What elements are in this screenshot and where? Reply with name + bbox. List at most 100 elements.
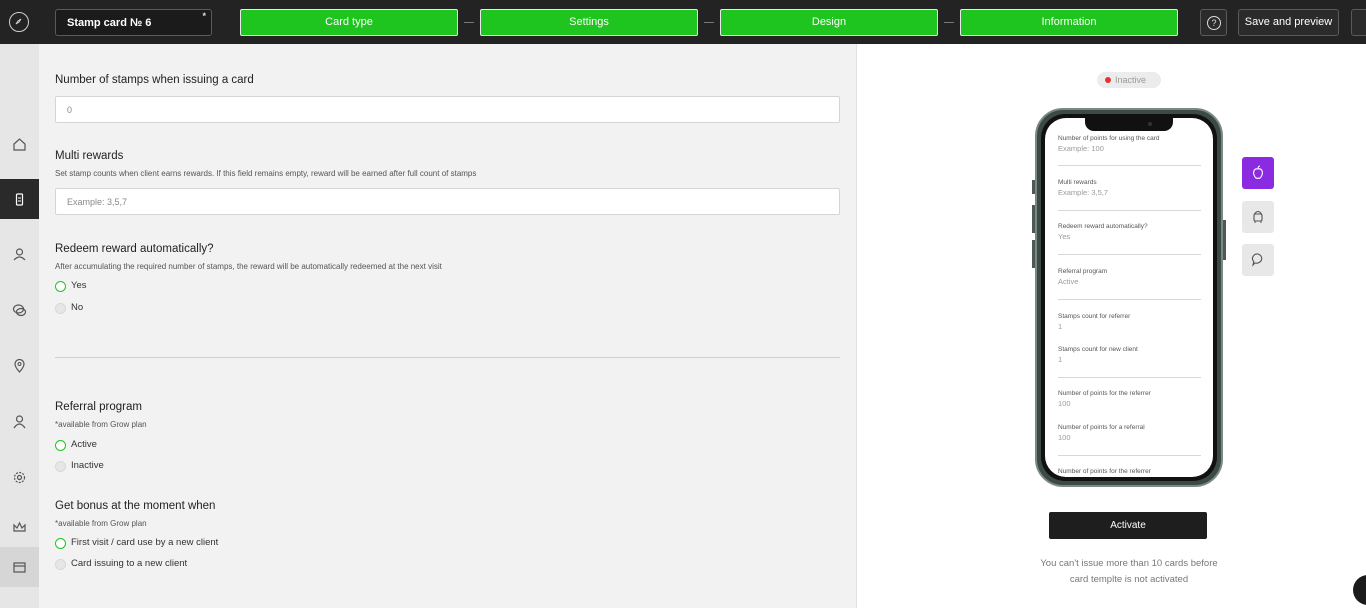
activation-note: You can't issue more than 10 cards befor… xyxy=(1029,556,1229,588)
card-name-text: Stamp card № 6 xyxy=(67,17,152,29)
radio-label: Active xyxy=(71,439,97,450)
download-button[interactable] xyxy=(1351,9,1366,36)
sidebar-item-plans[interactable] xyxy=(0,507,39,547)
radio-selected-indicator xyxy=(55,440,66,451)
camera-dot xyxy=(1148,122,1152,126)
save-and-preview-button[interactable]: Save and preview xyxy=(1238,9,1339,36)
step-connector xyxy=(944,22,954,23)
step-connector xyxy=(464,22,474,23)
stamps-issue-input[interactable]: 0 xyxy=(55,96,840,123)
stamps-issue-label: Number of stamps when issuing a card xyxy=(55,74,254,86)
phone-field-value: 1 xyxy=(1058,355,1063,364)
phone-field: Stamps count for referrer 1 xyxy=(1058,313,1201,332)
step-connector xyxy=(704,22,714,23)
help-icon: ? xyxy=(1207,16,1221,30)
home-icon xyxy=(13,138,26,151)
phone-field: Number of points for the referrer 100 xyxy=(1058,390,1201,409)
phone-field: Number of points for a referral 100 xyxy=(1058,424,1201,443)
clients-icon xyxy=(13,248,26,261)
radio-label: Inactive xyxy=(71,460,104,471)
phone-side-button xyxy=(1223,220,1226,260)
phone-field-label: Number of points for a referral xyxy=(1058,424,1145,431)
phone-field: Redeem reward automatically? Yes xyxy=(1058,223,1201,242)
phone-field-label: Number of points for using the card xyxy=(1058,135,1160,142)
phone-screen[interactable]: Number of points for using the card Exam… xyxy=(1045,118,1213,477)
phone-field-label: Multi rewards xyxy=(1058,179,1097,186)
step-settings[interactable]: Settings xyxy=(480,9,698,36)
ios-preview-button[interactable] xyxy=(1242,157,1274,189)
help-button[interactable]: ? xyxy=(1200,9,1227,36)
status-text: Inactive xyxy=(1115,75,1147,85)
sidebar-item-settings[interactable] xyxy=(0,457,39,497)
phone-field-label: Number of points for the referrer xyxy=(1058,468,1151,475)
phone-field: Multi rewards Example: 3,5,7 xyxy=(1058,179,1201,198)
android-icon xyxy=(1253,210,1263,223)
phone-field-divider xyxy=(1058,210,1201,211)
phone-field: Number of points for using the card Exam… xyxy=(1058,135,1201,154)
radio-selected-indicator xyxy=(55,281,66,292)
phone-notch xyxy=(1085,118,1173,131)
crown-icon xyxy=(13,521,26,532)
radio-label: No xyxy=(71,302,84,313)
phone-field-label: Stamps count for referrer xyxy=(1058,313,1131,320)
sidebar-item-profile[interactable] xyxy=(0,401,39,441)
section-divider xyxy=(55,357,840,358)
support-chat-button[interactable] xyxy=(1353,575,1366,605)
multi-rewards-input[interactable]: Example: 3,5,7 xyxy=(55,188,840,215)
apple-icon xyxy=(1253,165,1263,179)
card-name-field[interactable]: Stamp card № 6 * xyxy=(55,9,212,36)
phone-side-button xyxy=(1032,180,1035,194)
sidebar-item-messages[interactable] xyxy=(0,290,39,330)
phone-field-divider xyxy=(1058,455,1201,456)
gear-icon xyxy=(13,471,26,484)
phone-field-label: Referral program xyxy=(1058,268,1108,275)
bonus-moment-hint: *available from Grow plan xyxy=(55,519,147,528)
activate-button[interactable]: Activate xyxy=(1049,512,1207,539)
sidebar-item-home[interactable] xyxy=(0,124,39,164)
activation-note-line: You can't issue more than 10 cards befor… xyxy=(1040,558,1218,569)
radio-label: First visit / card use by a new client xyxy=(71,537,219,548)
phone-field-value: Yes xyxy=(1058,232,1071,241)
referral-hint: *available from Grow plan xyxy=(55,420,147,429)
sidebar-item-clients[interactable] xyxy=(0,234,39,274)
phone-field-divider xyxy=(1058,299,1201,300)
sidebar-item-store[interactable] xyxy=(0,547,39,587)
sidebar-item-locations[interactable] xyxy=(0,345,39,385)
multi-rewards-hint: Set stamp counts when client earns rewar… xyxy=(55,169,477,178)
status-dot xyxy=(1105,77,1111,83)
radio-label: Yes xyxy=(71,280,87,291)
redeem-auto-hint: After accumulating the required number o… xyxy=(55,262,442,271)
phone-side-button xyxy=(1032,240,1035,268)
step-information[interactable]: Information xyxy=(960,9,1178,36)
phone-side-button xyxy=(1032,205,1035,233)
user-icon xyxy=(13,415,26,429)
phone-field-value: 1 xyxy=(1058,322,1063,331)
bonus-moment-label: Get bonus at the moment when xyxy=(55,500,216,512)
card-preview-panel: Inactive Number of points for using the … xyxy=(856,44,1366,608)
speech-bubble-icon xyxy=(1251,253,1263,267)
multi-rewards-label: Multi rewards xyxy=(55,150,124,162)
step-card-type[interactable]: Card type xyxy=(240,9,458,36)
phone-field-label: Redeem reward automatically? xyxy=(1058,223,1148,230)
redeem-auto-label: Redeem reward automatically? xyxy=(55,243,214,255)
status-badge: Inactive xyxy=(1097,72,1161,88)
card-icon xyxy=(15,193,24,206)
phone-field-value: Example: 3,5,7 xyxy=(1058,188,1109,197)
android-preview-button[interactable] xyxy=(1242,201,1274,233)
phone-field: Stamps count for new client 1 xyxy=(1058,346,1201,365)
radio-indicator xyxy=(55,559,66,570)
phone-bezel: Number of points for using the card Exam… xyxy=(1041,114,1217,481)
phone-field: Number of points for the referrer xyxy=(1058,468,1201,476)
phone-field-value: 100 xyxy=(1058,399,1071,408)
step-design[interactable]: Design xyxy=(720,9,938,36)
chat-icon xyxy=(12,304,27,317)
top-bar: Stamp card № 6 * Card type Settings Desi… xyxy=(0,0,1366,44)
store-icon xyxy=(13,562,26,573)
sidebar-item-cards[interactable] xyxy=(0,179,39,219)
activation-note-line: card templte is not activated xyxy=(1069,574,1189,585)
phone-field-value: Example: 100 xyxy=(1058,144,1104,153)
radio-indicator xyxy=(55,303,66,314)
phone-mockup: Number of points for using the card Exam… xyxy=(1032,108,1226,487)
chat-preview-button[interactable] xyxy=(1242,244,1274,276)
compass-icon[interactable] xyxy=(9,12,29,32)
